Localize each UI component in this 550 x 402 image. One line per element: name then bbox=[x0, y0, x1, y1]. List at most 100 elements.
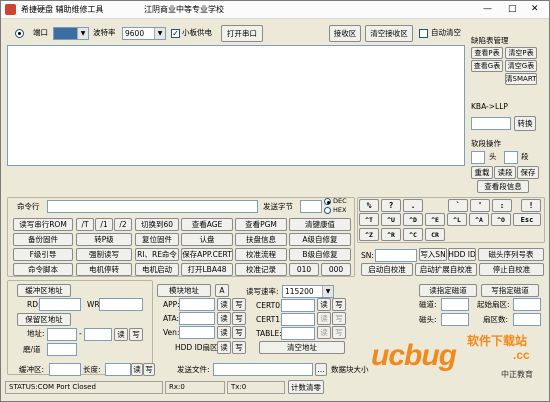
ven-read-button[interactable]: 读 bbox=[217, 326, 231, 339]
cmd-010-button[interactable]: 010 bbox=[289, 263, 319, 276]
cert1-write-button[interactable]: 写 bbox=[332, 312, 346, 325]
address-input[interactable] bbox=[47, 328, 77, 341]
calibration-log-button[interactable]: 校准记录 bbox=[235, 263, 287, 276]
address-end-input[interactable] bbox=[84, 328, 112, 341]
write-track-button[interactable]: 写指定磁道 bbox=[481, 284, 539, 297]
buffer-area-input[interactable] bbox=[49, 363, 81, 376]
save-app-cert-button[interactable]: 保存APP.CERT bbox=[181, 248, 233, 261]
to-p-level-button[interactable]: 转P级 bbox=[76, 233, 132, 246]
p-view-button[interactable]: 查看P表 bbox=[471, 47, 503, 59]
ata-read-button[interactable]: 读 bbox=[217, 312, 231, 325]
address-write-button[interactable]: 写 bbox=[129, 328, 143, 341]
maximize-button[interactable]: □ bbox=[508, 3, 517, 15]
b-level-repair-button[interactable]: B级自修复 bbox=[289, 248, 351, 261]
key-ctrl-a[interactable]: ^A bbox=[469, 213, 489, 226]
app-input[interactable] bbox=[179, 298, 215, 311]
cert1-input[interactable] bbox=[281, 313, 315, 326]
backup-firmware-button[interactable]: 备份固件 bbox=[13, 233, 73, 246]
key-ctrl-z[interactable]: ^Z bbox=[359, 228, 379, 241]
hex-radio[interactable] bbox=[324, 207, 331, 214]
cert0-input[interactable] bbox=[281, 299, 315, 312]
reset-firmware-button[interactable]: 复位固件 bbox=[135, 233, 179, 246]
port-select[interactable]: ▼ bbox=[53, 27, 89, 40]
key-percent[interactable]: % bbox=[359, 199, 379, 212]
open-port-button[interactable]: 打开串口 bbox=[221, 25, 263, 42]
dec-radio[interactable] bbox=[324, 198, 331, 205]
key-ctrl-o[interactable]: ^O bbox=[491, 213, 511, 226]
force-rw-button[interactable]: 强制读写 bbox=[76, 248, 132, 261]
module-a-button[interactable]: A bbox=[215, 284, 229, 297]
key-ctrl-l[interactable]: ^L bbox=[447, 213, 467, 226]
table-write-button[interactable]: 写 bbox=[332, 326, 346, 339]
buffer-write-button[interactable]: 写 bbox=[143, 363, 155, 376]
p-clear-button[interactable]: 清空P表 bbox=[505, 47, 537, 59]
head-input[interactable] bbox=[471, 151, 485, 164]
hdd-id-write-button[interactable]: 写 bbox=[232, 341, 246, 354]
close-button[interactable]: ✕ bbox=[531, 3, 539, 15]
write-sn-button[interactable]: 写入SN bbox=[419, 248, 447, 261]
key-ctrl-t[interactable]: ^T bbox=[359, 213, 379, 226]
command-input[interactable] bbox=[47, 200, 258, 213]
cmd-000-button[interactable]: 000 bbox=[321, 263, 351, 276]
clear-address-button[interactable]: 清空地址 bbox=[259, 341, 345, 354]
motor-stop-button[interactable]: 电机停转 bbox=[76, 263, 132, 276]
module-address-button[interactable]: 模块地址 bbox=[157, 284, 211, 297]
slash-t-button[interactable]: /T bbox=[76, 218, 94, 231]
cylinder-input[interactable] bbox=[47, 343, 77, 356]
cert1-read-button[interactable]: 读 bbox=[317, 312, 331, 325]
motor-start-button[interactable]: 电机启动 bbox=[135, 263, 179, 276]
slash-2-button[interactable]: /2 bbox=[114, 218, 132, 231]
table-input[interactable] bbox=[281, 327, 315, 340]
read-track-button[interactable]: 读指定磁道 bbox=[419, 284, 477, 297]
baud-select[interactable]: 9600 ▼ bbox=[122, 27, 166, 40]
ata-input[interactable] bbox=[179, 312, 215, 325]
rd-input[interactable] bbox=[39, 298, 81, 311]
g-clear-button[interactable]: 清空G表 bbox=[505, 60, 537, 72]
receive-textarea[interactable] bbox=[7, 45, 465, 166]
view-pgm-button[interactable]: 查看PGM bbox=[235, 218, 287, 231]
key-dot[interactable]: . bbox=[403, 199, 423, 212]
start-calibration-button[interactable]: 启动自校准 bbox=[361, 263, 413, 276]
track-input[interactable] bbox=[441, 298, 469, 311]
app-write-button[interactable]: 写 bbox=[232, 298, 246, 311]
hdd-id-read-button[interactable]: 读 bbox=[217, 341, 231, 354]
ven-input[interactable] bbox=[179, 326, 215, 339]
send-file-input[interactable] bbox=[213, 363, 313, 376]
head-seq-button[interactable]: 磁头序列号表 bbox=[478, 248, 544, 261]
buffer-address-button[interactable]: 缓冲区地址 bbox=[17, 284, 71, 297]
read-segment-button[interactable]: 读段 bbox=[494, 166, 516, 179]
view-age-button[interactable]: 查看AGE bbox=[181, 218, 233, 231]
hdd-id-button[interactable]: HDD ID bbox=[448, 248, 476, 261]
clear-health-button[interactable]: 清键康值 bbox=[289, 218, 351, 231]
port-radio[interactable] bbox=[15, 29, 24, 38]
clear-recv-button[interactable]: 清空接收区 bbox=[365, 25, 413, 42]
cert0-write-button[interactable]: 写 bbox=[332, 298, 346, 311]
segment-input[interactable] bbox=[504, 151, 518, 164]
auto-clear-checkbox[interactable] bbox=[419, 29, 428, 38]
smart-clear-button[interactable]: 清SMART bbox=[505, 73, 537, 85]
ri-re-command-button[interactable]: RI、RE命令 bbox=[135, 248, 179, 261]
kba-input[interactable] bbox=[471, 117, 511, 130]
key-esc[interactable]: Esc bbox=[513, 213, 541, 226]
ven-write-button[interactable]: 写 bbox=[232, 326, 246, 339]
head-num-input[interactable] bbox=[441, 313, 469, 326]
minimize-button[interactable]: — bbox=[483, 3, 492, 15]
key-backtick[interactable]: ` bbox=[448, 199, 468, 212]
app-read-button[interactable]: 读 bbox=[217, 298, 231, 311]
sector-count-input[interactable] bbox=[513, 313, 541, 326]
table-read-button[interactable]: 读 bbox=[317, 326, 331, 339]
g-view-button[interactable]: 查看G表 bbox=[471, 60, 503, 72]
speed-select[interactable]: 115200 ▼ bbox=[282, 285, 334, 298]
recv-area-button[interactable]: 接收区 bbox=[329, 25, 361, 42]
keep-area-address-button[interactable]: 保留区地址 bbox=[17, 313, 71, 326]
start-sector-input[interactable] bbox=[513, 298, 541, 311]
key-ctrl-u[interactable]: ^U bbox=[381, 213, 401, 226]
address-read-button[interactable]: 读 bbox=[114, 328, 128, 341]
ata-write-button[interactable]: 写 bbox=[232, 312, 246, 325]
cert0-read-button[interactable]: 读 bbox=[317, 298, 331, 311]
a-level-repair-button[interactable]: A级自修复 bbox=[289, 233, 351, 246]
save-button[interactable]: 保存 bbox=[517, 166, 539, 179]
board-power-checkbox[interactable]: ✓ bbox=[171, 29, 180, 38]
start-ext-calibration-button[interactable]: 启动扩展自校准 bbox=[415, 263, 477, 276]
key-ctrl-c[interactable]: ^C bbox=[403, 228, 423, 241]
